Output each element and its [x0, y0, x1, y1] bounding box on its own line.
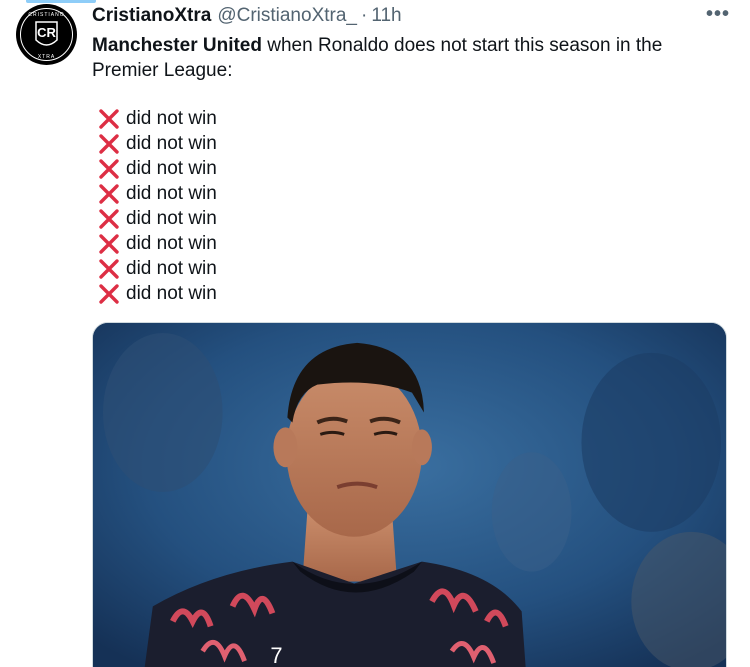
list-item: did not win	[98, 256, 217, 281]
avatar[interactable]: CR CRISTIANO XTRA	[16, 4, 77, 65]
author-name[interactable]: CristianoXtra	[92, 5, 211, 27]
tweet-media-photo[interactable]: 7	[92, 322, 727, 667]
result-text: did not win	[126, 157, 217, 179]
result-text: did not win	[126, 132, 217, 154]
tweet-timestamp[interactable]: 11h	[371, 5, 401, 27]
result-list: did not win did not win did not win did …	[98, 106, 217, 306]
list-item: did not win	[98, 131, 217, 156]
list-item: did not win	[98, 231, 217, 256]
player-photo: 7	[93, 323, 726, 667]
top-accent-bar	[26, 0, 96, 3]
list-item: did not win	[98, 106, 217, 131]
result-text: did not win	[126, 207, 217, 229]
tweet-text: Manchester United when Ronaldo does not …	[92, 33, 702, 83]
author-handle[interactable]: @CristianoXtra_	[217, 5, 357, 27]
avatar-center-text: CR	[37, 25, 56, 40]
avatar-logo: CR CRISTIANO XTRA	[16, 4, 77, 65]
cross-mark-icon	[98, 183, 120, 205]
more-options-icon[interactable]: •••	[706, 3, 730, 26]
separator-dot: ·	[360, 5, 368, 26]
cross-mark-icon	[98, 208, 120, 230]
avatar-bottom-text: XTRA	[38, 54, 55, 60]
cross-mark-icon	[98, 133, 120, 155]
cross-mark-icon	[98, 283, 120, 305]
result-text: did not win	[126, 182, 217, 204]
result-text: did not win	[126, 232, 217, 254]
list-item: did not win	[98, 281, 217, 306]
list-item: did not win	[98, 156, 217, 181]
tweet-header: CristianoXtra @CristianoXtra_ · 11h •••	[92, 3, 730, 29]
result-text: did not win	[126, 282, 217, 304]
cross-mark-icon	[98, 158, 120, 180]
result-text: did not win	[126, 107, 217, 129]
jersey-number: 7	[270, 643, 282, 667]
list-item: did not win	[98, 206, 217, 231]
tweet-text-bold: Manchester United	[92, 35, 262, 56]
list-item: did not win	[98, 181, 217, 206]
result-text: did not win	[126, 257, 217, 279]
cross-mark-icon	[98, 108, 120, 130]
cross-mark-icon	[98, 233, 120, 255]
cross-mark-icon	[98, 258, 120, 280]
avatar-top-text: CRISTIANO	[28, 12, 64, 18]
